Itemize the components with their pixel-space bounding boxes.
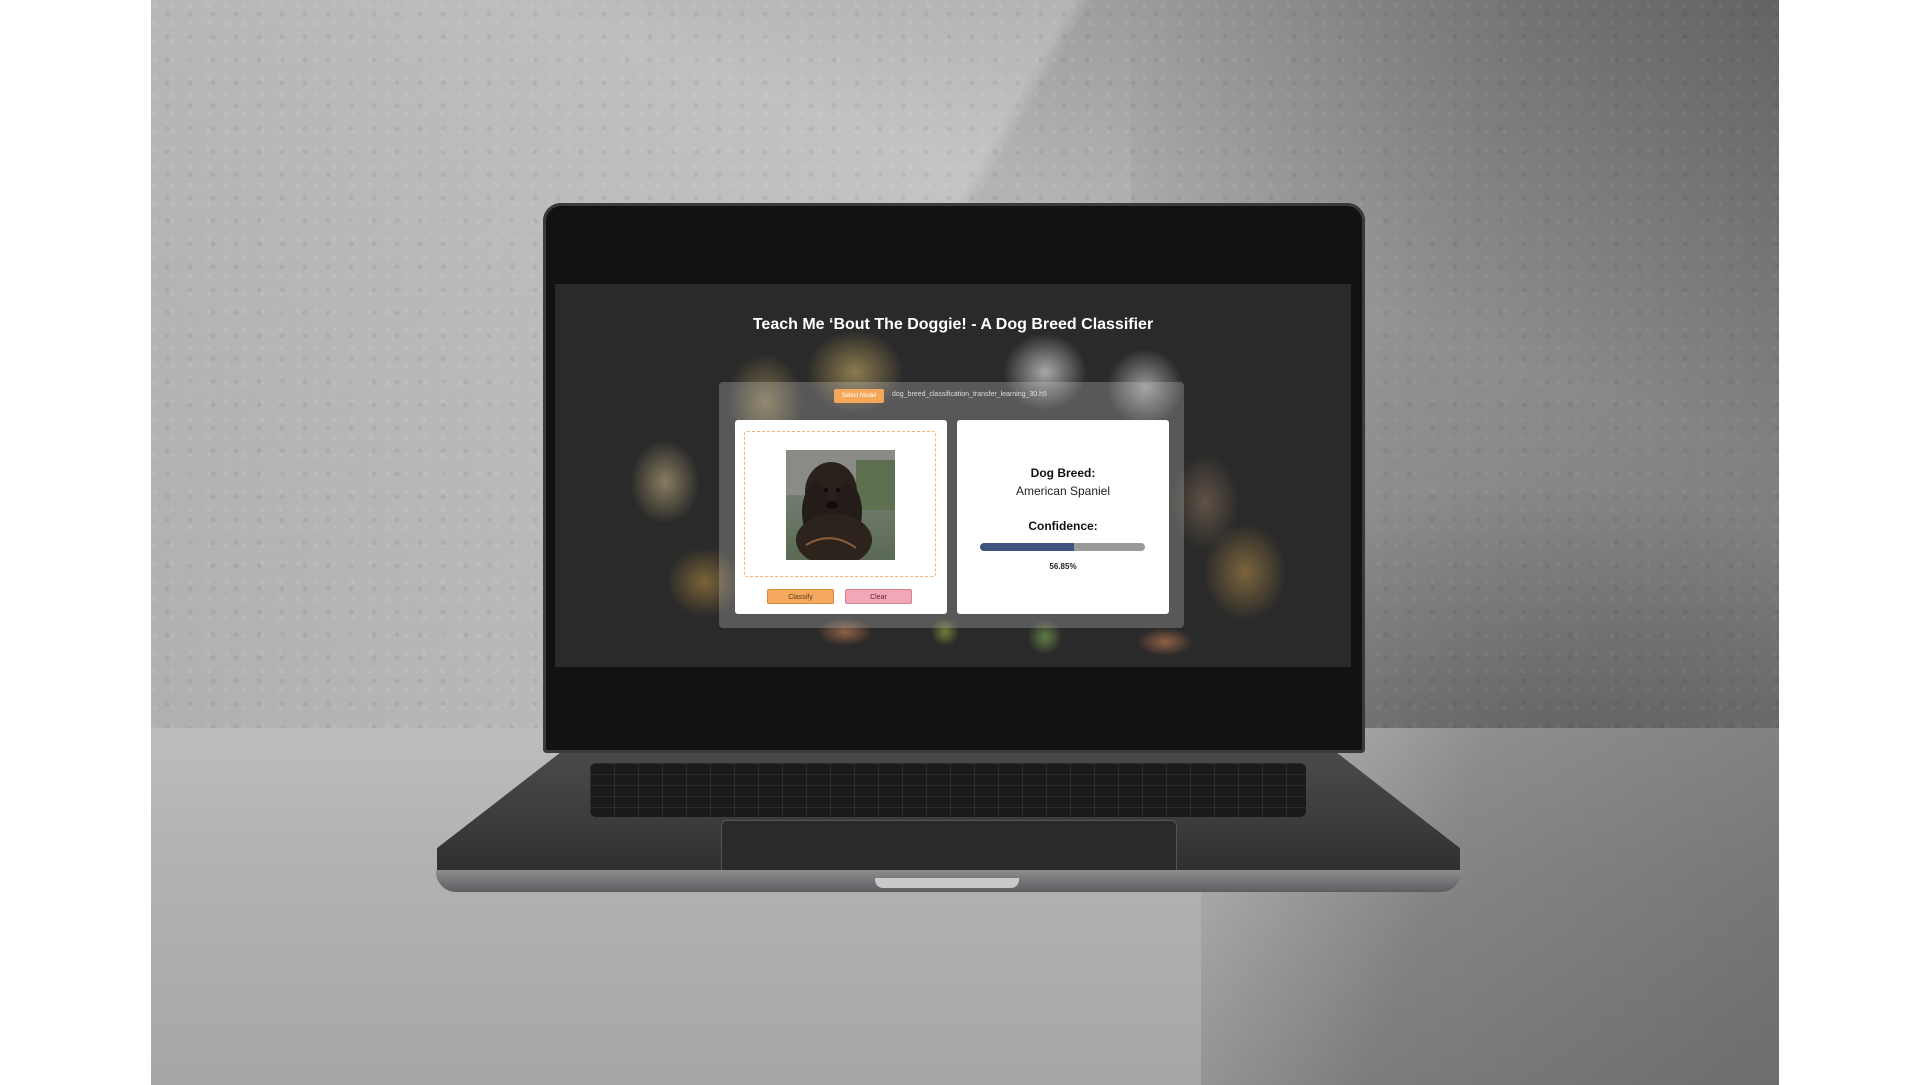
dog-breed-label: Dog Breed:: [1030, 466, 1096, 480]
keyboard: [590, 763, 1306, 817]
laptop-notch: [875, 878, 1019, 888]
dog-photo-image: [786, 450, 895, 560]
result-card: [957, 420, 1169, 614]
trackpad: [721, 820, 1177, 875]
clear-button[interactable]: Clear: [845, 589, 912, 604]
selected-model-filename: dog_breed_classification_transfer_learni…: [892, 391, 1047, 398]
confidence-label: Confidence:: [1028, 519, 1098, 533]
dog-photo: [786, 450, 895, 560]
confidence-percent: 56.85%: [1049, 562, 1077, 571]
select-model-button[interactable]: Select Model: [834, 389, 884, 403]
confidence-bar-fill: [980, 543, 1074, 551]
classify-button[interactable]: Classify: [767, 589, 834, 604]
confidence-bar: [980, 543, 1145, 551]
dog-breed-value: American Spaniel: [1015, 484, 1111, 498]
page-title: Teach Me ‘Bout The Doggie! - A Dog Breed…: [752, 316, 1154, 333]
